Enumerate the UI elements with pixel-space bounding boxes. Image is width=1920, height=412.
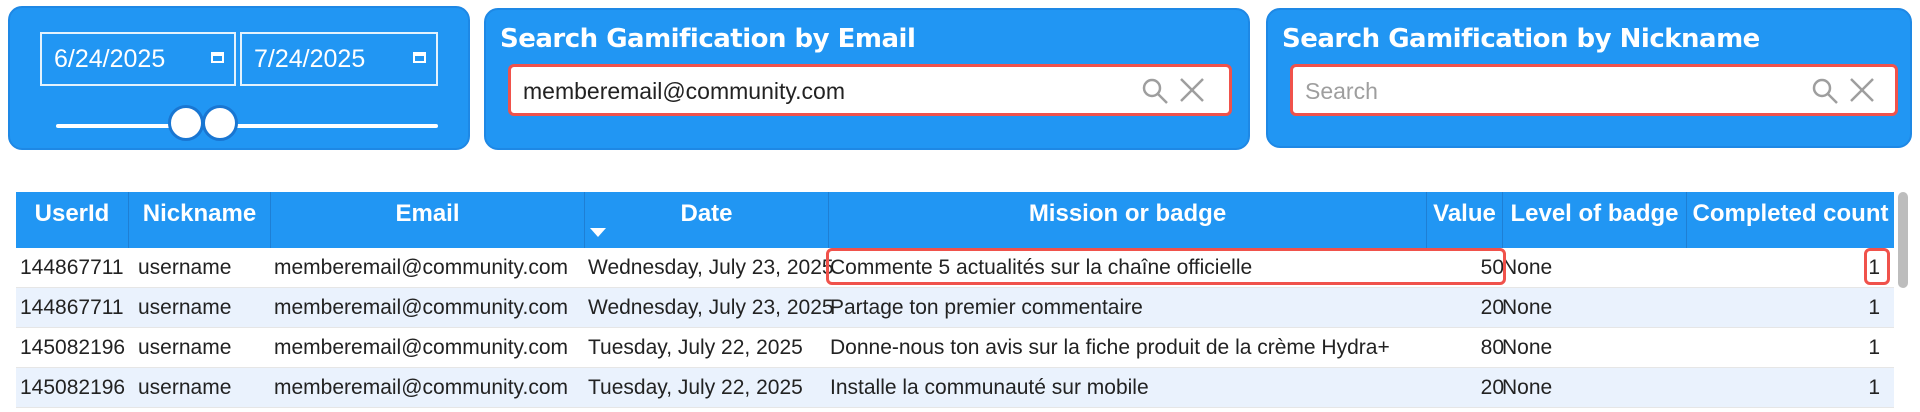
cell-date: Wednesday, July 23, 2025 <box>588 296 834 319</box>
cell-date: Wednesday, July 23, 2025 <box>588 256 834 279</box>
clear-icon[interactable] <box>1849 77 1875 103</box>
sort-desc-icon[interactable] <box>590 228 606 237</box>
cell-level: None <box>1502 296 1553 319</box>
search-icon[interactable] <box>1141 77 1169 105</box>
email-search-input[interactable] <box>521 73 1100 109</box>
cell-nickname: username <box>138 256 232 279</box>
header-level[interactable]: Level of badge <box>1502 192 1686 248</box>
cell-level: None <box>1502 336 1553 359</box>
date-range-slicer: 6/24/2025 7/24/2025 <box>8 6 470 150</box>
cell-value: 20 <box>1480 296 1504 319</box>
start-date-field[interactable]: 6/24/2025 <box>40 32 236 86</box>
gamification-table: UserId Nickname Email Date Mission or ba… <box>16 192 1894 408</box>
cell-email: memberemail@community.com <box>274 336 568 359</box>
cell-userid: 144867711 <box>20 256 124 279</box>
email-search-title: Search Gamification by Email <box>500 24 916 54</box>
mission-value-highlight <box>826 248 1506 285</box>
header-nickname[interactable]: Nickname <box>128 192 270 248</box>
header-value[interactable]: Value <box>1426 192 1502 248</box>
header-email[interactable]: Email <box>270 192 584 248</box>
cell-userid: 144867711 <box>20 296 124 319</box>
cell-count: 1 <box>1868 296 1880 319</box>
table-row[interactable]: 145082196 username memberemail@community… <box>16 368 1894 408</box>
cell-level: None <box>1502 256 1553 279</box>
cell-nickname: username <box>138 296 232 319</box>
table-scrollbar[interactable] <box>1898 192 1908 288</box>
cell-mission: Installe la communauté sur mobile <box>830 376 1149 399</box>
cell-userid: 145082196 <box>20 336 126 359</box>
header-date[interactable]: Date <box>584 192 828 248</box>
cell-nickname: username <box>138 336 232 359</box>
table-row[interactable]: 144867711 username memberemail@community… <box>16 288 1894 328</box>
cell-userid: 145082196 <box>20 376 126 399</box>
cell-count: 1 <box>1868 336 1880 359</box>
header-userid[interactable]: UserId <box>16 192 128 248</box>
nickname-search-title: Search Gamification by Nickname <box>1282 24 1760 54</box>
end-date-value: 7/24/2025 <box>254 45 366 73</box>
cell-value: 20 <box>1480 376 1504 399</box>
table-row[interactable]: 145082196 username memberemail@community… <box>16 328 1894 368</box>
cell-nickname: username <box>138 376 232 399</box>
cell-value: 80 <box>1480 336 1504 359</box>
clear-icon[interactable] <box>1179 77 1205 103</box>
cell-count: 1 <box>1868 376 1880 399</box>
cell-level: None <box>1502 376 1553 399</box>
cell-date: Tuesday, July 22, 2025 <box>588 376 803 399</box>
calendar-icon[interactable] <box>211 52 224 63</box>
count-highlight <box>1864 248 1890 285</box>
cell-email: memberemail@community.com <box>274 376 568 399</box>
cell-email: memberemail@community.com <box>274 296 568 319</box>
email-search-box[interactable] <box>508 64 1232 116</box>
date-slider-track[interactable] <box>56 124 438 128</box>
search-icon[interactable] <box>1811 77 1839 105</box>
cell-mission: Donne-nous ton avis sur la fiche produit… <box>830 336 1390 359</box>
cell-email: memberemail@community.com <box>274 256 568 279</box>
end-date-field[interactable]: 7/24/2025 <box>240 32 438 86</box>
start-date-value: 6/24/2025 <box>54 45 166 73</box>
cell-mission: Partage ton premier commentaire <box>830 296 1143 319</box>
nickname-search-input[interactable] <box>1303 73 1789 109</box>
date-slider-start-handle[interactable] <box>168 105 204 141</box>
calendar-icon[interactable] <box>413 52 426 63</box>
cell-count: 1 <box>1868 256 1880 279</box>
nickname-search-card: Search Gamification by Nickname <box>1266 8 1912 148</box>
table-header: UserId Nickname Email Date Mission or ba… <box>16 192 1894 248</box>
nickname-search-box[interactable] <box>1290 64 1898 116</box>
email-search-card: Search Gamification by Email <box>484 8 1250 150</box>
cell-date: Tuesday, July 22, 2025 <box>588 336 803 359</box>
date-slider-end-handle[interactable] <box>202 105 238 141</box>
header-mission[interactable]: Mission or badge <box>828 192 1426 248</box>
header-count[interactable]: Completed count <box>1686 192 1894 248</box>
